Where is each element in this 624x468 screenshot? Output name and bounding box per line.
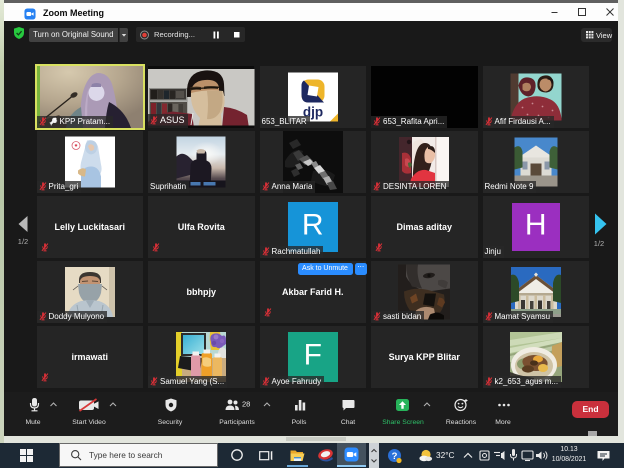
svg-text:28: 28 (242, 400, 250, 409)
